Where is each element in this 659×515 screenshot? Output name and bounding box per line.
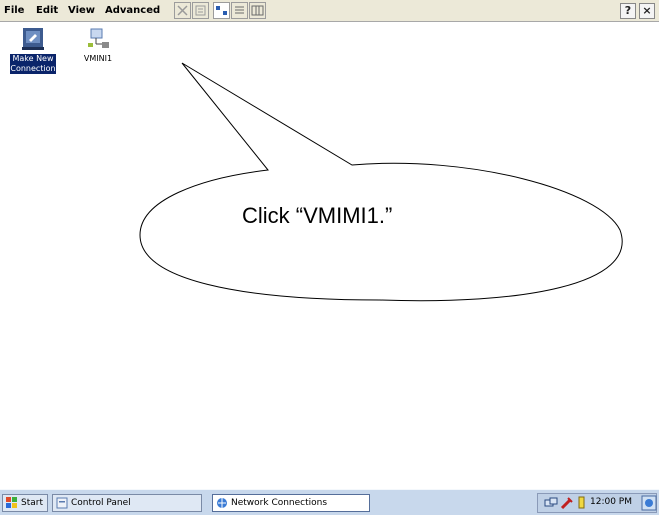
tool-tray-icon[interactable] [560,496,574,510]
task-network-connections-label: Network Connections [231,498,328,508]
callout-bubble [139,62,623,302]
battery-tray-icon[interactable] [576,496,588,510]
system-tray: 12:00 PM [537,493,657,513]
task-control-panel-label: Control Panel [71,498,131,508]
network-tray-icon[interactable] [544,496,558,510]
callout-text: Click “VMIMI1.” [242,203,393,228]
desktop-toggle-icon[interactable] [641,495,657,511]
network-connections-icon [217,498,227,508]
task-control-panel[interactable]: Control Panel [52,494,202,512]
start-button[interactable]: Start [2,494,48,512]
control-panel-icon [56,497,68,509]
taskbar: Start Control Panel Network Connections … [0,489,659,515]
start-label: Start [21,498,43,508]
windows-flag-icon [6,497,17,508]
task-network-connections[interactable]: Network Connections [212,494,370,512]
clock[interactable]: 12:00 PM [590,497,632,507]
